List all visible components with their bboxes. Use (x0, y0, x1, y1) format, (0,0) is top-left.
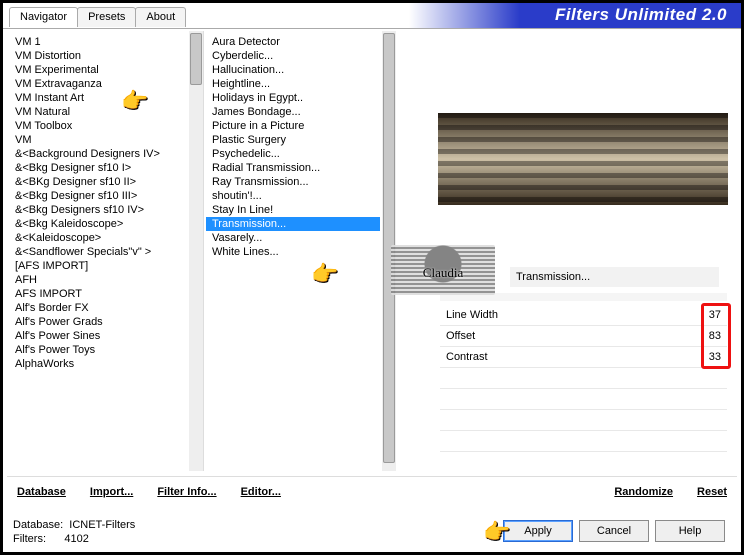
list-item[interactable]: Holidays in Egypt.. (206, 91, 380, 105)
link-editor[interactable]: Editor... (241, 486, 281, 498)
dialog-buttons: Apply Cancel Help (503, 520, 725, 542)
category-list[interactable]: VM 1 VM Distortion VM Experimental VM Ex… (7, 31, 203, 471)
list-item[interactable]: VM Distortion (9, 49, 187, 63)
help-button[interactable]: Help (655, 520, 725, 542)
param-label: Line Width (446, 309, 498, 321)
apply-button[interactable]: Apply (503, 520, 573, 542)
list-item[interactable]: shoutin'!... (206, 189, 380, 203)
tab-navigator[interactable]: Navigator (9, 7, 78, 27)
list-item[interactable]: Ray Transmission... (206, 175, 380, 189)
list-item[interactable]: &<Kaleidoscope> (9, 231, 187, 245)
status-filters-value: 4102 (64, 533, 88, 545)
list-item[interactable]: James Bondage... (206, 105, 380, 119)
list-item[interactable]: Alf's Power Grads (9, 315, 187, 329)
link-randomize[interactable]: Randomize (614, 486, 673, 498)
body: VM 1 VM Distortion VM Experimental VM Ex… (7, 31, 737, 548)
param-row[interactable]: Line Width 37 (440, 305, 727, 326)
list-item[interactable]: AlphaWorks (9, 357, 187, 371)
list-item[interactable]: Cyberdelic... (206, 49, 380, 63)
status-db-label: Database: (13, 519, 63, 531)
list-item[interactable]: Aura Detector (206, 35, 380, 49)
list-item[interactable]: Alf's Power Toys (9, 343, 187, 357)
list-item[interactable]: Psychedelic... (206, 147, 380, 161)
link-filterinfo[interactable]: Filter Info... (157, 486, 216, 498)
param-row-empty (440, 389, 727, 410)
list-item[interactable]: Stay In Line! (206, 203, 380, 217)
list-item[interactable]: Plastic Surgery (206, 133, 380, 147)
list-item[interactable]: &<Bkg Kaleidoscope> (9, 217, 187, 231)
list-item[interactable]: &<Background Designers IV> (9, 147, 187, 161)
filter-name-row: Transmission... (510, 267, 719, 287)
list-item[interactable]: VM Experimental (9, 63, 187, 77)
pointer-hand-icon: 👉 (121, 88, 165, 116)
scroll-thumb[interactable] (190, 33, 202, 85)
titlebar: Navigator Presets About Filters Unlimite… (3, 3, 741, 29)
param-label: Offset (446, 330, 475, 342)
cancel-button[interactable]: Cancel (579, 520, 649, 542)
list-item[interactable]: Hallucination... (206, 63, 380, 77)
highlight-values-icon (701, 303, 731, 369)
app-title: Filters Unlimited 2.0 (555, 5, 727, 25)
link-database[interactable]: Database (17, 486, 66, 498)
link-reset[interactable]: Reset (697, 486, 727, 498)
status-db-value: ICNET-Filters (69, 519, 135, 531)
filter-list[interactable]: Aura Detector Cyberdelic... Hallucinatio… (204, 31, 396, 471)
list-item-selected[interactable]: Transmission... (206, 217, 380, 231)
list-item[interactable]: &<Sandflower Specials"v" > (9, 245, 187, 259)
list-item[interactable]: Heightline... (206, 77, 380, 91)
list-item[interactable]: VM Toolbox (9, 119, 187, 133)
param-row[interactable]: Offset 83 (440, 326, 727, 347)
list-item[interactable]: AFH (9, 273, 187, 287)
list-item[interactable]: Alf's Power Sines (9, 329, 187, 343)
list-item[interactable]: AFS IMPORT (9, 287, 187, 301)
list-item[interactable]: Picture in a Picture (206, 119, 380, 133)
watermark: Claudia (391, 245, 495, 295)
list-item[interactable]: &<Bkg Designer sf10 III> (9, 189, 187, 203)
scrollbar[interactable] (189, 31, 203, 471)
pointer-hand-icon: 👉 (311, 261, 355, 289)
watermark-text: Claudia (391, 265, 495, 281)
list-item[interactable]: &<Bkg Designer sf10 I> (9, 161, 187, 175)
window: Navigator Presets About Filters Unlimite… (0, 0, 744, 555)
param-row-empty (440, 452, 727, 472)
param-row-empty (440, 368, 727, 389)
param-row[interactable]: Contrast 33 (440, 347, 727, 368)
link-import[interactable]: Import... (90, 486, 133, 498)
tab-presets[interactable]: Presets (77, 7, 136, 27)
list-item[interactable]: White Lines... (206, 245, 380, 259)
tabs: Navigator Presets About (9, 7, 185, 27)
current-filter-name: Transmission... (516, 271, 590, 283)
status: Database: ICNET-Filters Filters: 4102 (13, 518, 135, 546)
list-item[interactable]: VM 1 (9, 35, 187, 49)
tab-about[interactable]: About (135, 7, 186, 27)
param-label: Contrast (446, 351, 488, 363)
list-item[interactable]: Vasarely... (206, 231, 380, 245)
pointer-hand-icon: 👉 (483, 519, 510, 545)
param-row-empty (440, 431, 727, 452)
list-item[interactable]: &<BKg Designer sf10 II> (9, 175, 187, 189)
list-item[interactable]: [AFS IMPORT] (9, 259, 187, 273)
params: Line Width 37 Offset 83 Contrast 33 (440, 305, 727, 472)
preview-image (438, 113, 728, 205)
bottom-bar: Database Import... Filter Info... Editor… (7, 476, 737, 506)
list-item[interactable]: Alf's Border FX (9, 301, 187, 315)
list-item[interactable]: Radial Transmission... (206, 161, 380, 175)
status-filters-label: Filters: (13, 533, 46, 545)
param-row-empty (440, 410, 727, 431)
list-item[interactable]: &<Bkg Designers sf10 IV> (9, 203, 187, 217)
list-item[interactable]: VM (9, 133, 187, 147)
